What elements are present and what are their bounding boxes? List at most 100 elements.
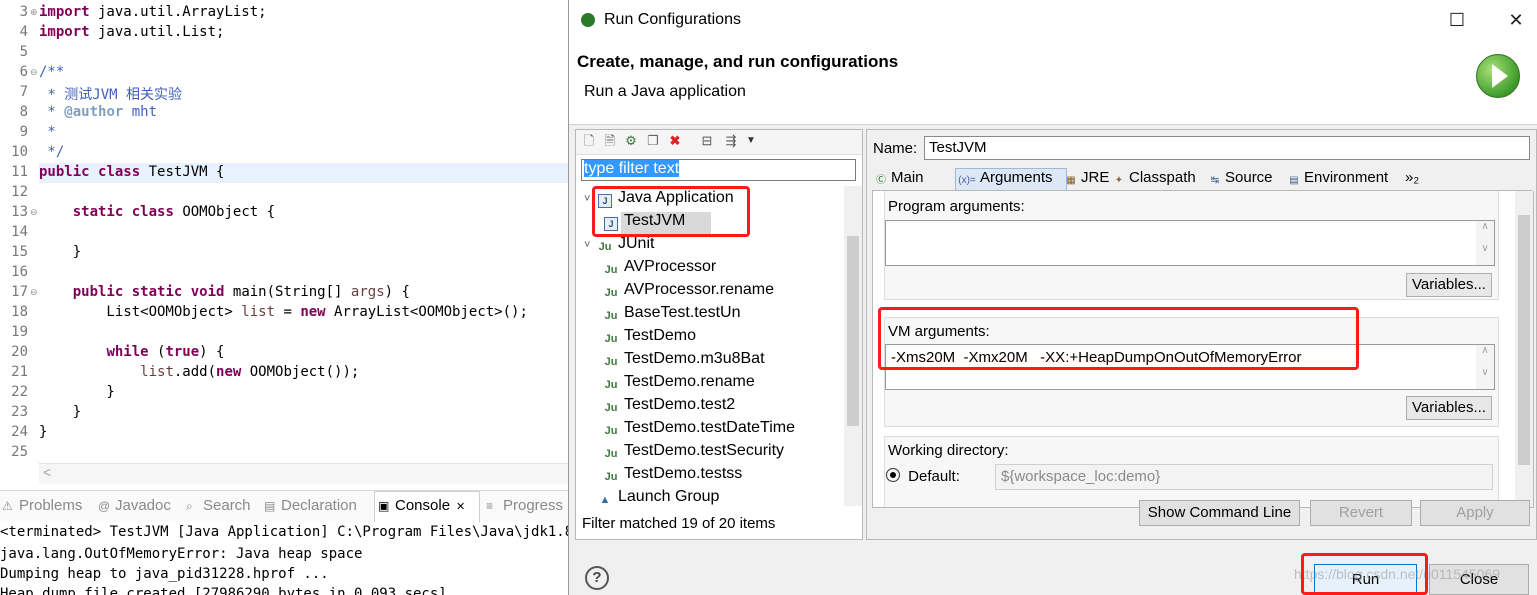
tree-item[interactable]: Ju TestDemo [604, 327, 696, 346]
scroll-left-arrow-icon[interactable]: < [43, 464, 51, 480]
program-arguments-group: Program arguments: ∧ ∨ Variables... [884, 191, 1499, 300]
default-radio[interactable]: Default: [886, 468, 960, 485]
tab-jre[interactable]: ▦ JRE [1064, 169, 1109, 189]
code-token: * [39, 104, 65, 120]
console-icon: ▣ [378, 499, 390, 513]
code-line: */ [39, 144, 64, 160]
tab-search[interactable]: ⌕ Search [186, 497, 251, 514]
delete-icon[interactable]: ✖ [668, 134, 682, 148]
tree-item[interactable]: ▲ Launch Group [584, 488, 720, 507]
vm-variables-button[interactable]: Variables... [1406, 396, 1492, 420]
program-arguments-scrollbar[interactable]: ∧ ∨ [1476, 221, 1494, 265]
collapse-all-icon[interactable]: ⊟ [700, 134, 714, 148]
line-number: 17 [11, 284, 28, 300]
fold-toggle-icon[interactable]: ⊖ [30, 67, 38, 78]
annotation-box-run-button [1301, 553, 1428, 595]
help-icon[interactable]: ? [585, 566, 609, 590]
code-line: list.add(new OOMObject()); [39, 364, 359, 380]
code-token: ArrayList<OOMObject>(); [325, 304, 528, 320]
code-line: while (true) { [39, 344, 224, 360]
launch-group-icon: ▲ [599, 494, 611, 506]
tab-progress[interactable]: ≡ Progress [486, 497, 563, 514]
program-arguments-field[interactable]: ∧ ∨ [885, 220, 1495, 266]
new-configuration-icon[interactable]: 🗋 [582, 134, 596, 148]
maximize-button[interactable]: ☐ [1437, 8, 1477, 32]
code-token: @author [64, 104, 124, 120]
code-token: OOMObject { [173, 204, 276, 220]
code-token: .add( [173, 364, 217, 380]
tree-item[interactable]: Ju AVProcessor [604, 258, 717, 277]
tab-source[interactable]: ↹ Source [1208, 169, 1273, 189]
expand-chevron-icon[interactable]: ˅ [584, 239, 598, 251]
close-window-button[interactable]: ✕ [1496, 8, 1536, 32]
fold-toggle-icon[interactable]: ⊕ [30, 7, 38, 18]
tree-item[interactable]: Ju BaseTest.testUn [604, 304, 741, 323]
filter-placeholder: type filter text [584, 160, 680, 177]
header-subtitle: Run a Java application [584, 83, 746, 100]
code-token: public [72, 284, 124, 300]
code-token: while [106, 344, 149, 360]
program-variables-button[interactable]: Variables... [1406, 273, 1492, 297]
console-line: Dumping heap to java_pid31228.hprof ... [0, 566, 329, 582]
junit-icon: Ju [604, 356, 618, 368]
tree-item[interactable]: Ju TestDemo.testSecurity [604, 442, 784, 461]
export-icon[interactable]: ⚙ [624, 134, 638, 148]
tree-item[interactable]: Ju TestDemo.test2 [604, 396, 736, 415]
arguments-vertical-scrollbar[interactable] [1515, 191, 1533, 507]
apply-button[interactable]: Apply [1420, 500, 1530, 526]
tab-arguments[interactable]: (x)= Arguments [957, 169, 1052, 189]
tab-problems[interactable]: ⚠ Problems [2, 497, 82, 514]
line-number: 8 [19, 104, 28, 120]
tree-vertical-scrollbar[interactable] [844, 186, 862, 506]
tree-item-label: TestDemo.testss [624, 465, 743, 482]
new-prototype-icon[interactable]: 🗎 [603, 134, 617, 148]
line-number: 10 [11, 144, 28, 160]
line-number: 11 [11, 164, 28, 180]
filter-input[interactable]: type filter text [581, 159, 856, 181]
line-number: 14 [11, 224, 28, 240]
filter-icon[interactable]: ⇶ [724, 134, 738, 148]
tree-item[interactable]: Ju TestDemo.testss [604, 465, 743, 484]
tree-item[interactable]: ˅ Ju JUnit [584, 235, 654, 254]
close-tab-icon[interactable]: ✕ [456, 501, 465, 513]
duplicate-icon[interactable]: ❐ [646, 134, 660, 148]
tab-console[interactable]: ▣ Console ✕ [378, 497, 465, 514]
junit-icon: Ju [604, 264, 618, 276]
dialog-titlebar[interactable]: Run Configurations ☐ ✕ [569, 0, 1537, 40]
line-number: 23 [11, 404, 28, 420]
tab-declaration[interactable]: ▤ Declaration [264, 497, 357, 514]
editor-horizontal-scrollbar[interactable]: < [39, 463, 568, 484]
tree-item[interactable]: Ju AVProcessor.rename [604, 281, 774, 300]
line-number: 4 [19, 24, 28, 40]
source-tab-icon: ↹ [1210, 175, 1220, 186]
vm-arguments-scrollbar[interactable]: ∧ ∨ [1476, 345, 1494, 389]
more-tabs-button[interactable]: »₂ [1405, 169, 1419, 189]
tab-classpath[interactable]: ✦ Classpath [1112, 169, 1196, 189]
tree-item[interactable]: Ju TestDemo.testDateTime [604, 419, 795, 438]
tab-javadoc[interactable]: @ Javadoc [98, 497, 171, 514]
line-number: 9 [19, 124, 28, 140]
name-field[interactable]: TestJVM [924, 136, 1530, 160]
tree-item[interactable]: Ju TestDemo.m3u8Bat [604, 350, 765, 369]
fold-toggle-icon[interactable]: ⊖ [30, 287, 38, 298]
code-editor[interactable]: 3 ⊕ import java.util.ArrayList; 4 import jav… [0, 0, 568, 487]
tab-main[interactable]: Ⓒ Main [874, 169, 924, 189]
view-menu-icon[interactable]: ▼ [744, 134, 758, 148]
fold-toggle-icon[interactable]: ⊖ [30, 207, 38, 218]
code-line: } [39, 424, 47, 440]
tab-environment[interactable]: ▤ Environment [1287, 169, 1388, 189]
tree-item-label: TestDemo.rename [624, 373, 755, 390]
tree-item[interactable]: Ju TestDemo.rename [604, 373, 755, 392]
code-token: = [275, 304, 301, 320]
revert-button[interactable]: Revert [1310, 500, 1412, 526]
line-number: 12 [11, 184, 28, 200]
working-directory-label: Working directory: [888, 442, 1009, 459]
tree-item-label: Launch Group [618, 488, 720, 505]
main-tab-icon: Ⓒ [876, 175, 886, 186]
show-command-line-button[interactable]: Show Command Line [1139, 500, 1300, 526]
jre-tab-icon: ▦ [1066, 175, 1076, 186]
javadoc-icon: @ [98, 499, 111, 513]
code-token: list [140, 364, 174, 380]
